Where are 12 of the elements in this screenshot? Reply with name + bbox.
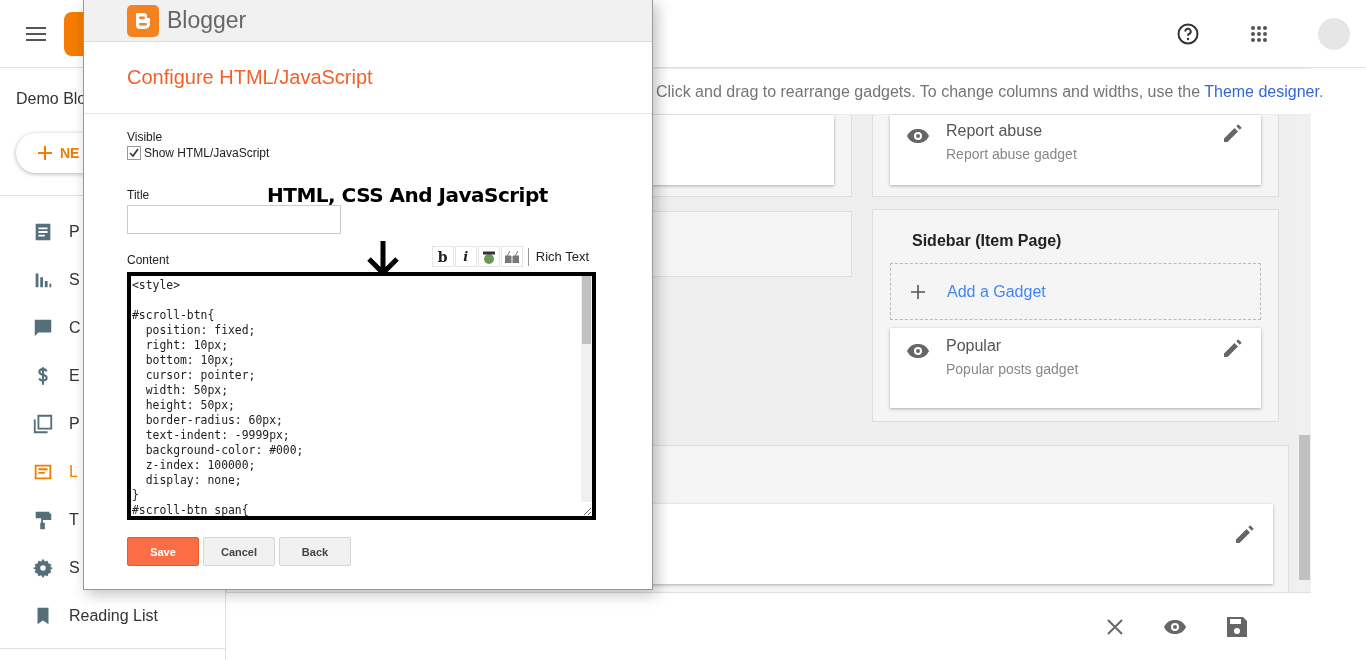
field-label: Content (127, 253, 170, 267)
annotation-label: HTML, CSS And JavaScript (267, 183, 548, 207)
field-label: Title (127, 188, 150, 202)
dialog-title: Configure HTML/JavaScript (127, 66, 373, 89)
gadget-title: Popular (946, 336, 1003, 356)
layout-notice: Click and drag to rearrange gadgets. To change columns and widths, use the Theme designer. (656, 82, 1324, 101)
field-label: Visible (127, 130, 163, 144)
section-title: Sidebar (Item Page) (911, 232, 1063, 250)
gadget-title: Report abuse (946, 121, 1044, 141)
gadget-subtitle: Report abuse gadget (946, 146, 1078, 162)
gadget-subtitle: Popular posts gadget (946, 361, 1080, 377)
brand-name: Blogger (167, 7, 247, 34)
